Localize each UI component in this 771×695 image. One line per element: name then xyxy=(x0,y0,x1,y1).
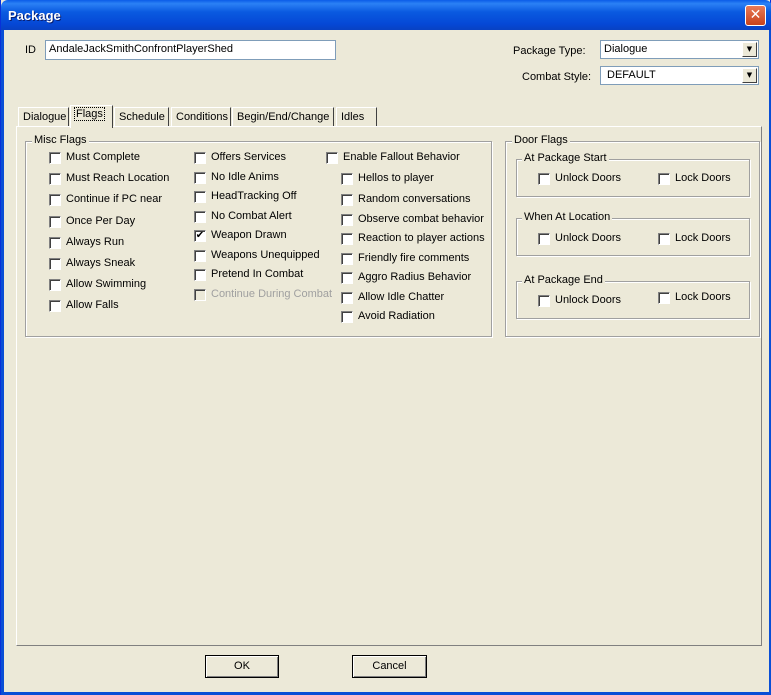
checkbox-box[interactable] xyxy=(341,292,353,304)
close-button[interactable]: ✕ xyxy=(745,5,766,26)
checkbox-box[interactable] xyxy=(341,233,353,245)
checkbox-box[interactable] xyxy=(49,173,61,185)
checkbox-box[interactable] xyxy=(341,173,353,185)
package-type-value: Dialogue xyxy=(604,43,648,55)
window-frame-left xyxy=(1,30,4,695)
checkbox-label: Weapon Drawn xyxy=(211,229,287,241)
checkbox-box[interactable] xyxy=(538,233,550,245)
tab-label: Flags xyxy=(74,107,105,121)
checkbox-label: Random conversations xyxy=(358,193,471,205)
tab-schedule[interactable]: Schedule xyxy=(114,107,169,127)
checkbox-label: No Idle Anims xyxy=(211,171,279,183)
checkbox-label: Lock Doors xyxy=(675,291,731,303)
checkbox-label: Weapons Unequipped xyxy=(211,249,320,261)
tab-dialogue[interactable]: Dialogue xyxy=(18,107,69,127)
checkbox-label: Allow Idle Chatter xyxy=(358,291,445,303)
checkbox-box[interactable] xyxy=(538,295,550,307)
checkbox-box[interactable] xyxy=(194,211,206,223)
when-at-location-title: When At Location xyxy=(522,211,613,223)
package-type-label: Package Type: xyxy=(513,45,586,57)
checkbox-label: Pretend In Combat xyxy=(211,268,304,280)
checkbox-label: Continue During Combat xyxy=(211,288,333,300)
checkbox-label: Always Sneak xyxy=(66,257,136,269)
checkbox-label: Unlock Doors xyxy=(555,294,622,306)
checkbox-box[interactable] xyxy=(49,300,61,312)
checkbox-label: Always Run xyxy=(66,236,125,248)
tab-idles[interactable]: Idles xyxy=(336,107,377,127)
chevron-down-icon[interactable]: ▼ xyxy=(742,42,757,57)
at-package-start-title: At Package Start xyxy=(522,152,609,164)
checkbox-label: Must Complete xyxy=(66,151,140,163)
checkbox-box[interactable] xyxy=(194,152,206,164)
tab-label: Schedule xyxy=(119,111,165,123)
checkbox-box[interactable] xyxy=(341,194,353,206)
checkbox-label: Enable Fallout Behavior xyxy=(343,151,460,163)
checkbox-label: Lock Doors xyxy=(675,172,731,184)
checkbox-box[interactable] xyxy=(49,194,61,206)
package-dialog: Package ✕ ID AndaleJackSmithConfrontPlay… xyxy=(0,0,771,695)
checkbox-label: Aggro Radius Behavior xyxy=(358,271,472,283)
checkbox-label: Friendly fire comments xyxy=(358,252,470,264)
combat-style-select[interactable]: DEFAULT ▼ xyxy=(600,66,759,85)
tab-conditions[interactable]: Conditions xyxy=(171,107,231,127)
checkbox-box[interactable] xyxy=(49,279,61,291)
checkbox-box[interactable] xyxy=(341,253,353,265)
tab-label: Conditions xyxy=(176,111,228,123)
checkbox-box[interactable] xyxy=(538,173,550,185)
checkbox-label: Unlock Doors xyxy=(555,232,622,244)
tab-label: Dialogue xyxy=(23,111,67,123)
door-flags-title: Door Flags xyxy=(512,134,570,146)
checkbox-label: Allow Swimming xyxy=(66,278,147,290)
combat-style-label: Combat Style: xyxy=(522,71,592,83)
checkbox-box[interactable] xyxy=(341,311,353,323)
checkbox-box[interactable] xyxy=(49,237,61,249)
checkbox-box[interactable] xyxy=(194,250,206,262)
checkbox-label: Observe combat behavior xyxy=(358,213,484,225)
checkbox-box[interactable] xyxy=(341,272,353,284)
checkbox-box[interactable] xyxy=(49,152,61,164)
tab-flags[interactable]: Flags xyxy=(70,105,113,128)
checkbox-box[interactable] xyxy=(658,233,670,245)
chevron-down-icon[interactable]: ▼ xyxy=(742,68,757,83)
checkbox-box[interactable] xyxy=(194,269,206,281)
tab-label: Begin/End/Change xyxy=(237,111,330,123)
combat-style-value: DEFAULT xyxy=(607,69,656,81)
checkbox-label: Avoid Radiation xyxy=(358,310,435,322)
checkbox-label: HeadTracking Off xyxy=(211,190,297,202)
misc-flags-title: Misc Flags xyxy=(32,134,89,146)
checkbox-label: Must Reach Location xyxy=(66,172,170,184)
checkbox-label: Reaction to player actions xyxy=(358,232,485,244)
checkbox-label: Once Per Day xyxy=(66,215,136,227)
id-label: ID xyxy=(25,44,36,56)
checkbox-label: Lock Doors xyxy=(675,232,731,244)
checkbox-label: Offers Services xyxy=(211,151,286,163)
checkbox-label: No Combat Alert xyxy=(211,210,292,222)
title-bar[interactable]: Package ✕ xyxy=(1,0,771,30)
checkbox-box[interactable] xyxy=(49,216,61,228)
checkbox-label: Continue if PC near xyxy=(66,193,162,205)
checkbox-label: Hellos to player xyxy=(358,172,434,184)
checkbox-box xyxy=(194,289,206,301)
tab-label: Idles xyxy=(341,111,365,123)
checkbox-box[interactable] xyxy=(658,292,670,304)
checkbox-box[interactable] xyxy=(658,173,670,185)
check-mark-icon[interactable]: ✔ xyxy=(194,230,206,242)
checkbox-box[interactable] xyxy=(49,258,61,270)
cancel-button[interactable]: Cancel xyxy=(352,655,427,678)
checkbox-label: Allow Falls xyxy=(66,299,119,311)
window-title: Package xyxy=(8,8,61,23)
checkbox-box[interactable] xyxy=(194,191,206,203)
checkbox-box[interactable] xyxy=(341,214,353,226)
checkbox-box[interactable] xyxy=(194,172,206,184)
checkbox-box[interactable] xyxy=(326,152,338,164)
tab-begin-end-change[interactable]: Begin/End/Change xyxy=(232,107,334,127)
checkbox-label: Unlock Doors xyxy=(555,172,622,184)
ok-button[interactable]: OK xyxy=(205,655,279,678)
at-package-end-title: At Package End xyxy=(522,274,605,286)
package-type-select[interactable]: Dialogue ▼ xyxy=(600,40,759,59)
id-input[interactable]: AndaleJackSmithConfrontPlayerShed xyxy=(45,40,336,60)
